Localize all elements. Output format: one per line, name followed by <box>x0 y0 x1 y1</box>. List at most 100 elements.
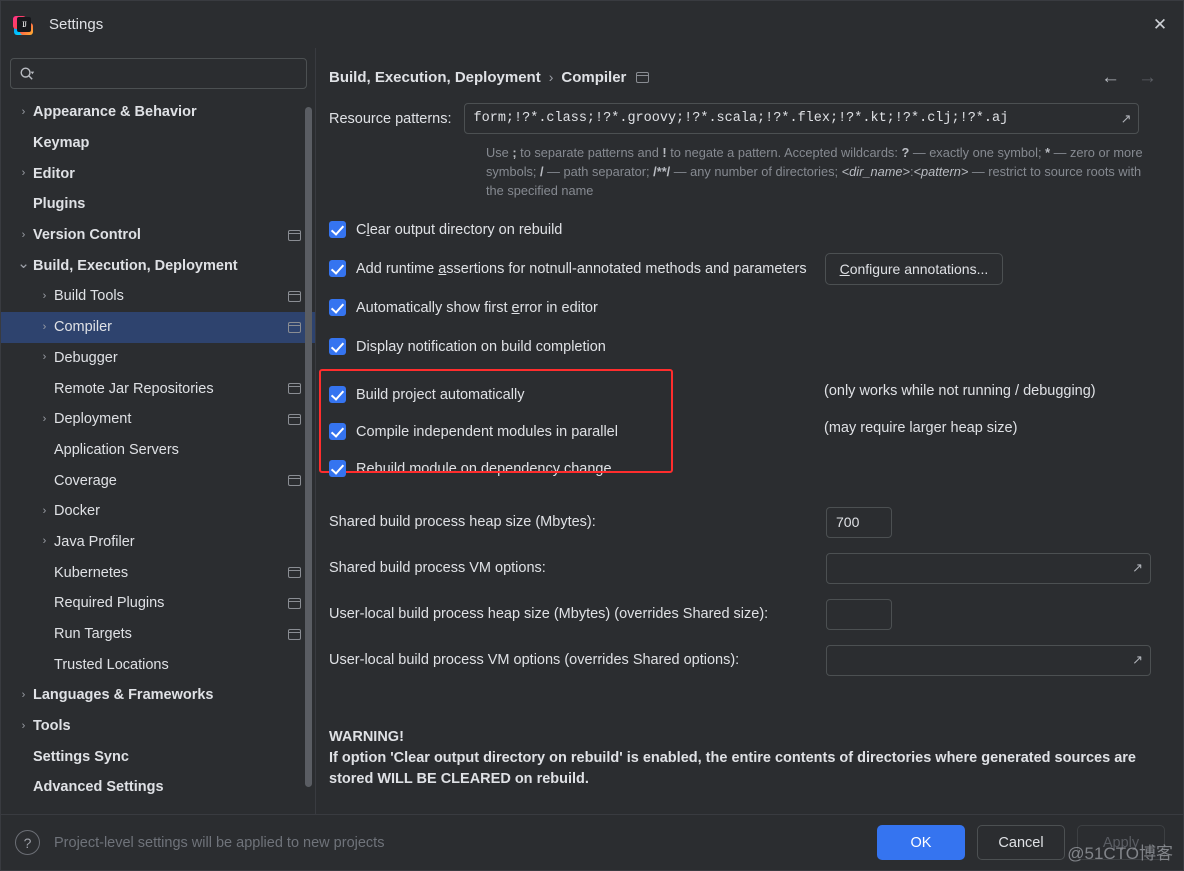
compile-modules-in-parallel-checkbox[interactable] <box>329 423 346 440</box>
sidebar-item-java-profiler[interactable]: › Java Profiler <box>1 527 315 558</box>
auto-show-first-error-checkbox[interactable] <box>329 299 346 316</box>
sidebar-item-label: Build Tools <box>54 288 124 305</box>
sidebar-item-build-tools[interactable]: › Build Tools <box>1 281 315 312</box>
build-project-automatically-label[interactable]: Build project automatically <box>356 387 524 403</box>
arrow-right-icon[interactable]: → <box>1138 68 1157 87</box>
display-build-notification-label[interactable]: Display notification on build completion <box>356 339 606 355</box>
help-icon[interactable]: ? <box>15 830 40 855</box>
chevron-right-icon[interactable]: › <box>38 505 51 517</box>
sidebar-item-appearance-behavior[interactable]: › Appearance & Behavior <box>1 97 315 128</box>
project-level-settings-icon <box>288 290 301 302</box>
sidebar-item-editor[interactable]: › Editor <box>1 158 315 189</box>
project-level-settings-icon <box>288 413 301 425</box>
chevron-right-icon[interactable]: › <box>17 106 30 118</box>
intellij-idea-logo-icon: IJ <box>13 14 35 36</box>
sidebar-item-run-targets[interactable]: Run Targets <box>1 619 315 650</box>
expand-editor-icon[interactable]: ↗ <box>1132 560 1143 576</box>
sidebar-item-kubernetes[interactable]: Kubernetes <box>1 557 315 588</box>
build-project-automatically-checkbox[interactable] <box>329 386 346 403</box>
chevron-right-icon[interactable]: › <box>17 720 30 732</box>
expand-editor-icon[interactable]: ↗ <box>1121 111 1132 127</box>
sidebar-item-label: Docker <box>54 503 100 520</box>
sidebar-item-docker[interactable]: › Docker <box>1 496 315 527</box>
chevron-right-icon[interactable]: › <box>38 290 51 302</box>
expand-editor-icon[interactable]: ↗ <box>1132 652 1143 668</box>
chevron-right-icon[interactable]: › <box>17 229 30 241</box>
search-container <box>1 48 315 95</box>
add-runtime-assertions-label[interactable]: Add runtime assertions for notnull-annot… <box>356 261 807 277</box>
project-level-settings-icon <box>636 71 650 83</box>
sidebar-item-debugger[interactable]: › Debugger <box>1 343 315 374</box>
sidebar-item-advanced-settings[interactable]: Advanced Settings <box>1 772 315 803</box>
sidebar-item-application-servers[interactable]: Application Servers <box>1 435 315 466</box>
sidebar-item-label: Settings Sync <box>33 748 129 765</box>
clear-output-directory-checkbox[interactable] <box>329 221 346 238</box>
project-level-settings-icon <box>288 628 301 640</box>
sidebar-item-version-control[interactable]: › Version Control <box>1 220 315 251</box>
settings-main-panel: Build, Execution, Deployment › Compiler … <box>316 48 1183 814</box>
display-build-notification-row: Display notification on build completion <box>329 327 1159 366</box>
chevron-right-icon[interactable]: › <box>17 689 30 701</box>
user-local-vm-options-row: User-local build process VM options (ove… <box>329 637 1159 683</box>
apply-button: Apply <box>1077 825 1165 860</box>
resource-patterns-value: form;!?*.class;!?*.groovy;!?*.scala;!?*.… <box>473 111 1009 126</box>
project-level-settings-icon <box>288 475 301 487</box>
sidebar-item-label: Languages & Frameworks <box>33 687 214 704</box>
rebuild-module-on-dependency-change-checkbox[interactable] <box>329 460 346 477</box>
sidebar-item-trusted-locations[interactable]: Trusted Locations <box>1 649 315 680</box>
chevron-right-icon[interactable]: › <box>17 168 30 179</box>
sidebar-item-required-plugins[interactable]: Required Plugins <box>1 588 315 619</box>
add-runtime-assertions-checkbox[interactable] <box>329 260 346 277</box>
close-icon[interactable]: ✕ <box>1137 1 1183 48</box>
search-input[interactable] <box>10 58 307 89</box>
arrow-left-icon[interactable]: ← <box>1101 68 1120 87</box>
auto-show-first-error-label[interactable]: Automatically show first error in editor <box>356 300 598 316</box>
compiler-settings-content: Resource patterns: form;!?*.class;!?*.gr… <box>319 96 1159 814</box>
chevron-down-icon[interactable]: ⌄ <box>17 256 30 271</box>
sidebar-scrollbar[interactable] <box>305 101 312 810</box>
sidebar-item-compiler[interactable]: › Compiler <box>1 311 315 343</box>
compile-modules-in-parallel-label[interactable]: Compile independent modules in parallel <box>356 424 618 440</box>
shared-vm-options-input[interactable]: ↗ <box>826 552 1151 584</box>
clear-output-directory-row: Clear output directory on rebuild <box>329 210 1159 249</box>
project-level-settings-icon <box>288 567 301 579</box>
chevron-right-icon[interactable]: › <box>38 352 51 363</box>
warning-title: WARNING! <box>329 729 404 745</box>
configure-annotations-button[interactable]: Configure annotations... <box>824 252 1004 285</box>
sidebar-item-label: Application Servers <box>54 441 179 458</box>
chevron-right-icon[interactable]: › <box>38 413 51 425</box>
sidebar-item-plugins[interactable]: Plugins <box>1 189 315 220</box>
sidebar-item-languages-frameworks[interactable]: › Languages & Frameworks <box>1 680 315 711</box>
rebuild-module-on-dependency-change-label[interactable]: Rebuild module on dependency change <box>356 461 612 477</box>
sidebar-scrollbar-thumb[interactable] <box>305 107 312 787</box>
sidebar-item-label: Debugger <box>54 349 118 366</box>
sidebar-item-deployment[interactable]: › Deployment <box>1 404 315 435</box>
chevron-right-icon[interactable]: › <box>38 321 51 333</box>
compile-modules-in-parallel-row: Compile independent modules in parallel <box>329 413 1159 450</box>
shared-heap-size-input[interactable]: 700 <box>826 506 892 538</box>
sidebar-item-keymap[interactable]: Keymap <box>1 128 315 159</box>
sidebar-item-coverage[interactable]: Coverage <box>1 465 315 496</box>
user-local-heap-size-input[interactable] <box>826 598 892 630</box>
chevron-right-icon[interactable]: › <box>38 536 51 547</box>
add-runtime-assertions-row: Add runtime assertions for notnull-annot… <box>329 249 1159 288</box>
resource-patterns-input[interactable]: form;!?*.class;!?*.groovy;!?*.scala;!?*.… <box>463 103 1139 134</box>
sidebar-item-settings-sync[interactable]: Settings Sync <box>1 741 315 772</box>
sidebar-item-remote-jar-repositories[interactable]: Remote Jar Repositories <box>1 373 315 404</box>
build-process-fields: Shared build process heap size (Mbytes):… <box>329 499 1159 683</box>
note-parallel-compile: (may require larger heap size) <box>824 420 1018 436</box>
sidebar-item-label: Required Plugins <box>54 595 165 612</box>
sidebar-item-tools[interactable]: › Tools <box>1 711 315 742</box>
user-local-vm-options-input[interactable]: ↗ <box>826 644 1151 676</box>
auto-show-first-error-row: Automatically show first error in editor <box>329 288 1159 327</box>
project-level-settings-icon <box>288 229 301 241</box>
cancel-button[interactable]: Cancel <box>977 825 1065 860</box>
resource-patterns-label: Resource patterns: <box>329 110 452 127</box>
clear-output-directory-label[interactable]: Clear output directory on rebuild <box>356 222 562 238</box>
note-build-automatically: (only works while not running / debuggin… <box>824 383 1096 399</box>
sidebar-item-build-execution-deployment[interactable]: ⌄ Build, Execution, Deployment <box>1 250 315 281</box>
highlighted-options-group: Build project automatically Compile indep… <box>319 369 1159 487</box>
display-build-notification-checkbox[interactable] <box>329 338 346 355</box>
ok-button[interactable]: OK <box>877 825 965 860</box>
breadcrumb-parent[interactable]: Build, Execution, Deployment <box>329 69 541 86</box>
